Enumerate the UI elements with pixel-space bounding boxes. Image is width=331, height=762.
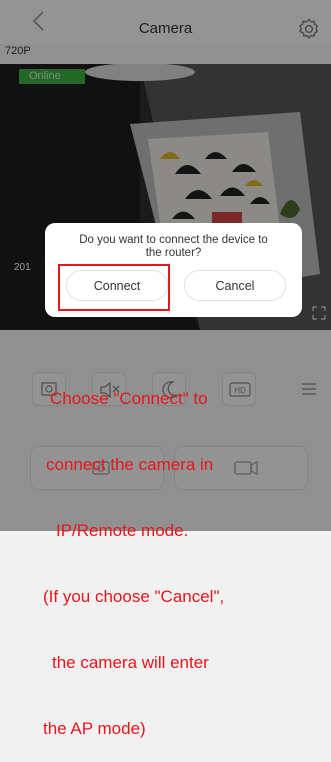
annotation-line6: the AP mode) (43, 719, 146, 738)
annotation-line3: IP/Remote mode. (56, 521, 189, 540)
dialog-message: Do you want to connect the device to the… (53, 234, 294, 260)
annotation-line1: Choose "Connect" to (50, 389, 208, 408)
annotation-line4: (If you choose "Cancel", (43, 587, 225, 606)
annotation-line2: connect the camera in (46, 455, 214, 474)
dialog-message-line2: the router? (145, 247, 202, 259)
dialog-message-line1: Do you want to connect the device to (79, 234, 268, 246)
instruction-annotation: Choose "Connect" to connect the camera i… (43, 344, 331, 762)
cancel-button[interactable]: Cancel (184, 270, 286, 301)
annotation-line5: the camera will enter (52, 653, 209, 672)
connect-highlight-box (58, 264, 170, 311)
